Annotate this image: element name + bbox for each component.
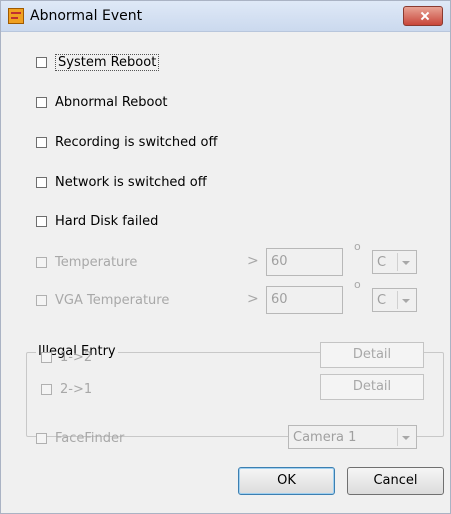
temperature-checkbox[interactable] [36, 256, 47, 268]
network-off-label: Network is switched off [55, 174, 207, 190]
close-button[interactable] [403, 6, 443, 26]
system-reboot-label: System Reboot [55, 53, 160, 71]
hard-disk-failed-checkbox[interactable] [36, 215, 47, 227]
illegal-entry-1-2-checkbox[interactable] [41, 351, 52, 363]
facefinder-label: FaceFinder [55, 430, 125, 446]
event-abnormal-reboot[interactable]: Abnormal Reboot [36, 93, 168, 111]
facefinder-checkbox[interactable] [36, 432, 47, 444]
temperature-operator: > [247, 253, 259, 269]
temperature-label: Temperature [55, 254, 138, 270]
camera-select-value: Camera 1 [293, 430, 357, 445]
detail-button-1-2[interactable]: Detail [320, 342, 424, 368]
temperature-row[interactable]: Temperature [36, 253, 137, 271]
hard-disk-failed-label: Hard Disk failed [55, 213, 159, 229]
system-reboot-checkbox[interactable] [36, 56, 47, 68]
ok-button[interactable]: OK [238, 467, 335, 495]
cancel-button[interactable]: Cancel [347, 467, 444, 495]
network-off-checkbox[interactable] [36, 176, 47, 188]
camera-select[interactable]: Camera 1 [288, 425, 417, 449]
abnormal-reboot-label: Abnormal Reboot [55, 94, 168, 110]
chevron-down-icon[interactable] [397, 428, 414, 446]
facefinder-row[interactable]: FaceFinder [36, 429, 124, 447]
vga-temperature-label: VGA Temperature [55, 292, 170, 308]
window-title: Abnormal Event [30, 8, 143, 24]
vga-temperature-unit-value: C [377, 293, 387, 308]
temperature-value-field[interactable]: 60 [266, 248, 343, 276]
vga-temperature-degree-symbol: o [354, 278, 361, 291]
event-system-reboot[interactable]: System Reboot [36, 53, 160, 71]
vga-temperature-checkbox[interactable] [36, 294, 47, 306]
illegal-entry-2-1-row[interactable]: 2->1 [41, 380, 92, 398]
temperature-degree-symbol: o [354, 240, 361, 253]
abnormal-reboot-checkbox[interactable] [36, 96, 47, 108]
illegal-entry-1-2-label: 1->2 [60, 349, 93, 365]
event-recording-off[interactable]: Recording is switched off [36, 133, 217, 151]
illegal-entry-1-2-row[interactable]: 1->2 [41, 348, 92, 366]
vga-temperature-value-field[interactable]: 60 [266, 286, 343, 314]
event-network-off[interactable]: Network is switched off [36, 173, 207, 191]
recording-off-label: Recording is switched off [55, 134, 218, 150]
vga-temperature-row[interactable]: VGA Temperature [36, 291, 169, 309]
temperature-unit-select[interactable]: C [372, 250, 417, 274]
temperature-unit-value: C [377, 255, 387, 270]
illegal-entry-2-1-checkbox[interactable] [41, 383, 52, 395]
vga-temperature-unit-select[interactable]: C [372, 288, 417, 312]
chevron-down-icon[interactable] [397, 291, 414, 309]
app-icon [8, 8, 24, 24]
vga-temperature-operator: > [247, 291, 259, 307]
detail-button-2-1[interactable]: Detail [320, 374, 424, 400]
title-bar: Abnormal Event [1, 1, 450, 32]
chevron-down-icon[interactable] [397, 253, 414, 271]
event-hard-disk-failed[interactable]: Hard Disk failed [36, 212, 158, 230]
illegal-entry-2-1-label: 2->1 [60, 381, 93, 397]
recording-off-checkbox[interactable] [36, 136, 47, 148]
